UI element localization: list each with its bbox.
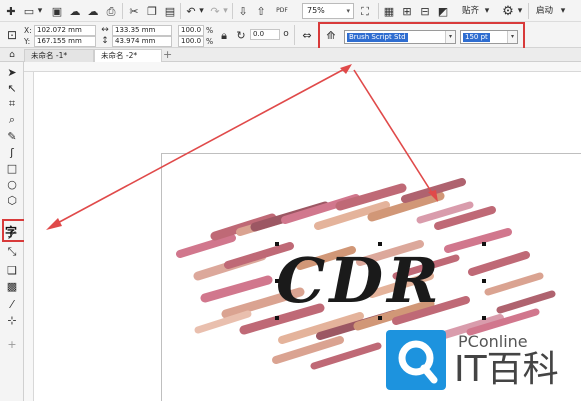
watermark-main-text: IT百科: [454, 349, 559, 390]
canvas-text-cdr: CDR: [276, 244, 443, 317]
logo-badge: [386, 330, 446, 390]
magnifier-icon: [398, 340, 438, 384]
watermark-logo: PConline IT百科: [386, 330, 576, 396]
